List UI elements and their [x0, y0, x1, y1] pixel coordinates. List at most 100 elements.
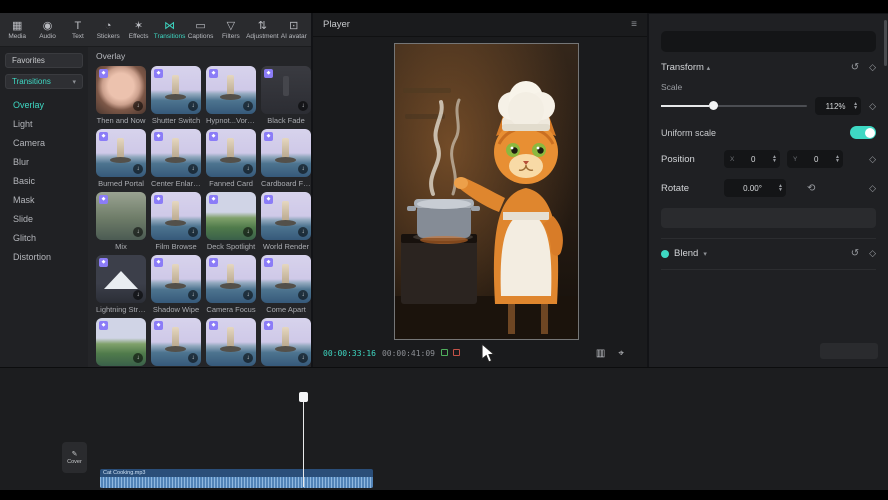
- rotate-reset-icon[interactable]: ⟲: [807, 183, 815, 194]
- sidebar-item-glitch[interactable]: Glitch: [5, 228, 83, 247]
- transition-tile[interactable]: ◆↓Black Fade: [261, 66, 311, 125]
- filters-icon: ▽: [227, 20, 235, 32]
- media-tab-effects[interactable]: ✶Effects: [123, 20, 153, 40]
- uniform-scale-row: Uniform scale: [661, 126, 876, 139]
- transition-tile[interactable]: ◆↓Camera Focus: [206, 255, 256, 314]
- sidebar-item-blur[interactable]: Blur: [5, 152, 83, 171]
- rotate-stepper[interactable]: ▲▼: [778, 184, 783, 193]
- transition-tile[interactable]: ◆↓Lightning Strike: [96, 255, 146, 314]
- keyframe-icon[interactable]: ◇: [869, 101, 876, 112]
- transition-thumbnail: ◆↓: [151, 129, 201, 177]
- media-tab-adjustment[interactable]: ⇅Adjustment: [246, 20, 279, 40]
- media-tab-filters[interactable]: ▽Filters: [216, 20, 246, 40]
- transition-tile[interactable]: ◆↓Mix: [96, 192, 146, 251]
- scale-value-box[interactable]: 112% ▲▼: [815, 97, 861, 115]
- transition-tile[interactable]: ◆↓Hypnot...Vortex: [206, 66, 256, 125]
- playhead-handle[interactable]: [299, 392, 308, 402]
- transition-tile[interactable]: ◆↓Center Enlarge: [151, 129, 201, 188]
- sidebar-item-distortion[interactable]: Distortion: [5, 247, 83, 266]
- sidebar-item-basic[interactable]: Basic: [5, 171, 83, 190]
- reset-icon[interactable]: ↺: [851, 62, 859, 73]
- keyframe-icon[interactable]: ◇: [869, 62, 876, 73]
- transition-name: Hypnot...Vortex: [206, 116, 256, 125]
- media-tab-ai-avatar[interactable]: ⊡AI avatar: [279, 20, 309, 40]
- timeline-ruler[interactable]: [0, 392, 888, 404]
- pro-badge-icon: ◆: [264, 132, 273, 141]
- preview-canvas[interactable]: [395, 44, 578, 339]
- rotate-label: Rotate: [661, 183, 717, 194]
- transition-tile[interactable]: ◆↓World Render: [261, 192, 311, 251]
- cover-button[interactable]: ✎ Cover: [62, 442, 87, 473]
- media-tab-media[interactable]: ▦Media: [2, 20, 32, 40]
- sidebar-item-overlay[interactable]: Overlay: [5, 95, 83, 114]
- transition-tile[interactable]: ◆↓Burned Portal: [96, 129, 146, 188]
- media-tab-stickers[interactable]: ◔Stickers: [93, 20, 123, 40]
- transform-section-header: Transform ▴ ↺ ◇: [661, 62, 876, 73]
- transition-name: Lightning Strike: [96, 305, 146, 314]
- chevron-down-icon: ▾: [72, 78, 76, 86]
- keyframe-icon[interactable]: ◇: [869, 248, 876, 259]
- transitions-icon: ⋈: [164, 20, 175, 32]
- sidebar-items: OverlayLightCameraBlurBasicMaskSlideGlit…: [5, 95, 83, 266]
- media-tab-text[interactable]: TText: [63, 20, 93, 40]
- sidebar-item-light[interactable]: Light: [5, 114, 83, 133]
- sidebar-item-slide[interactable]: Slide: [5, 209, 83, 228]
- stepper-down-icon: ▼: [853, 106, 858, 111]
- keyframe-icon[interactable]: ◇: [869, 154, 876, 165]
- transition-tile[interactable]: ◆↓: [206, 318, 256, 367]
- scale-stepper[interactable]: ▲▼: [853, 102, 858, 111]
- transition-tile[interactable]: ◆↓Shadow Wipe: [151, 255, 201, 314]
- media-tab-audio[interactable]: ◉Audio: [32, 20, 62, 40]
- snap-icon[interactable]: ⌖: [618, 348, 624, 359]
- transition-thumbnail: ◆↓: [206, 318, 256, 366]
- inspector-scrollbar[interactable]: [884, 20, 887, 66]
- letterbox-top: [0, 0, 888, 13]
- transition-name: Deck Spotlight: [206, 242, 256, 251]
- player-menu-icon[interactable]: ≡: [631, 19, 637, 30]
- audio-clip[interactable]: Cat Cooking.mp3: [100, 469, 373, 488]
- category-selector[interactable]: Transitions ▾: [5, 74, 83, 89]
- media-tab-captions[interactable]: ▭Captions: [185, 20, 215, 40]
- transition-tile[interactable]: ◆↓Fanned Card: [206, 129, 256, 188]
- transition-thumbnail: ◆↓: [151, 318, 201, 366]
- position-y-box[interactable]: Y 0 ▲▼: [787, 150, 843, 168]
- favorites-button[interactable]: Favorites: [5, 53, 83, 68]
- transition-tile[interactable]: ◆↓Then and Now: [96, 66, 146, 125]
- inspector-subtabs: [661, 31, 876, 52]
- edit-markers: [441, 349, 460, 358]
- media-library-panel: ▦Media◉AudioTText◔Stickers✶Effects⋈Trans…: [0, 13, 311, 367]
- uniform-scale-toggle[interactable]: [850, 126, 876, 139]
- position-x-box[interactable]: X 0 ▲▼: [724, 150, 780, 168]
- transition-thumbnail: ◆↓: [206, 192, 256, 240]
- player-controls-bar: 00:00:33:16 00:00:41:09 ▥⌖: [313, 340, 647, 367]
- position-x-stepper[interactable]: ▲▼: [772, 155, 777, 164]
- keyframe-icon[interactable]: ◇: [869, 183, 876, 194]
- pro-badge-icon: ◆: [154, 195, 163, 204]
- reset-icon[interactable]: ↺: [851, 248, 859, 259]
- transition-thumbnail: ◆↓: [151, 66, 201, 114]
- chevron-down-icon[interactable]: ▾: [703, 250, 707, 258]
- media-tab-transitions[interactable]: ⋈Transitions: [154, 20, 186, 40]
- sidebar-item-camera[interactable]: Camera: [5, 133, 83, 152]
- transition-tile[interactable]: ◆↓: [151, 318, 201, 367]
- blend-enabled-dot[interactable]: [661, 250, 669, 258]
- download-icon: ↓: [188, 227, 198, 237]
- transform-tools-bar: [661, 208, 876, 228]
- position-y-stepper[interactable]: ▲▼: [835, 155, 840, 164]
- ratio-icon[interactable]: ▥: [596, 348, 605, 359]
- transition-tile[interactable]: ◆↓ Deck Spotlight: [206, 192, 256, 251]
- scale-slider-knob[interactable]: [709, 101, 718, 110]
- panel-footer-button[interactable]: [820, 343, 878, 359]
- transition-tile[interactable]: ◆↓: [261, 318, 311, 367]
- transition-tile[interactable]: ◆↓Come Apart: [261, 255, 311, 314]
- sidebar-item-mask[interactable]: Mask: [5, 190, 83, 209]
- rotate-value-box[interactable]: 0.00° ▲▼: [724, 179, 786, 197]
- scale-slider[interactable]: [661, 105, 807, 107]
- download-icon: ↓: [243, 101, 253, 111]
- transition-tile[interactable]: ◆↓Shutter Switch: [151, 66, 201, 125]
- transition-thumbnail: ◆↓: [261, 129, 311, 177]
- download-icon: ↓: [298, 101, 308, 111]
- transition-tile[interactable]: ◆↓Film Browse: [151, 192, 201, 251]
- transition-tile[interactable]: ◆↓Cardboard Fan: [261, 129, 311, 188]
- transition-tile[interactable]: ◆↓: [96, 318, 146, 367]
